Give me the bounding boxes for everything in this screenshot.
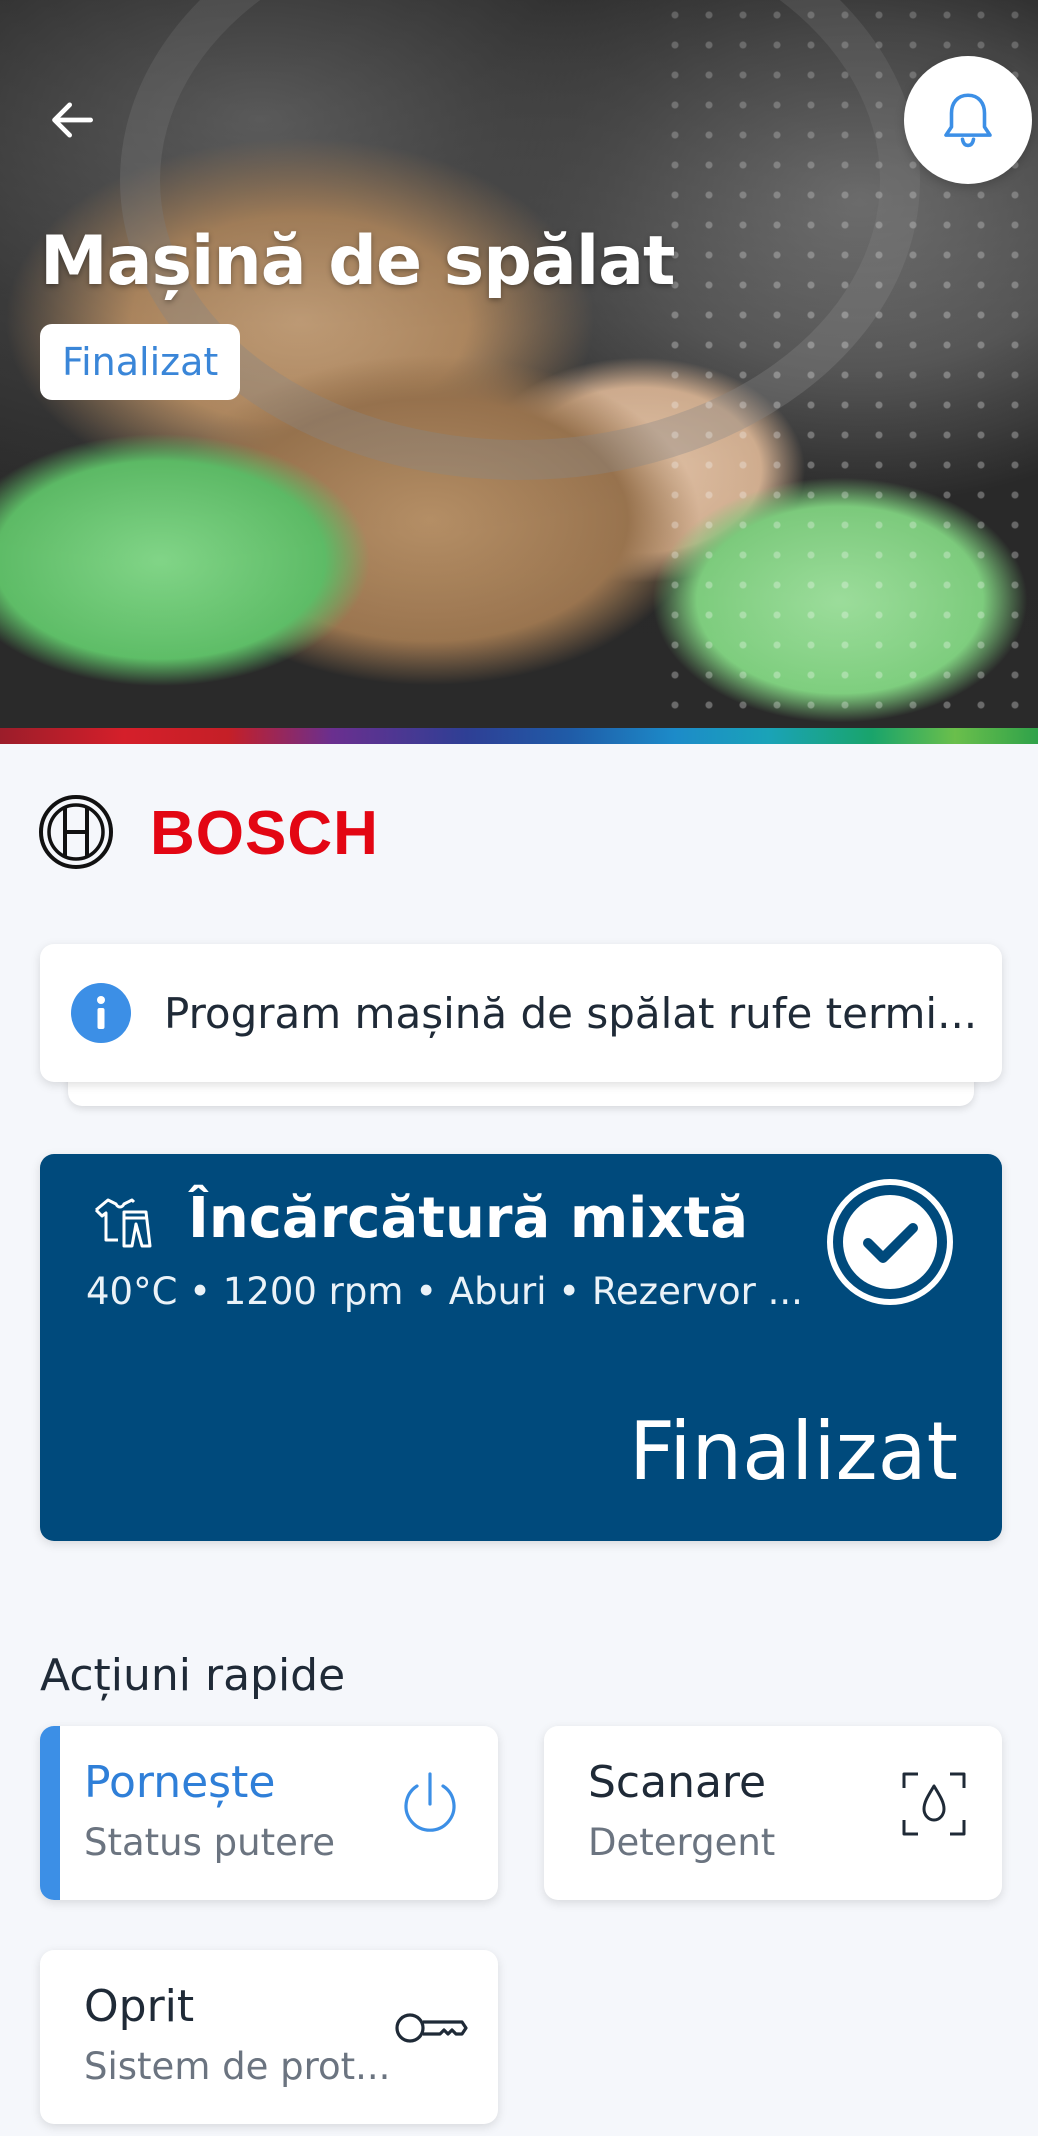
active-accent-bar xyxy=(40,1726,60,1900)
arrow-left-icon xyxy=(52,102,93,138)
back-button[interactable] xyxy=(32,80,112,160)
quick-action-subtitle: Detergent xyxy=(588,1821,776,1864)
bosch-logo-icon xyxy=(39,795,113,869)
brand-name: BOSCH xyxy=(150,799,379,868)
status-badge: Finalizat xyxy=(40,324,241,400)
program-status: Finalizat xyxy=(629,1405,958,1498)
quick-action-title: Oprit xyxy=(84,1981,195,2032)
program-name: Încărcătură mixtă xyxy=(188,1186,749,1251)
quick-action-subtitle: Sistem de prot... xyxy=(84,2045,391,2088)
notification-card[interactable]: Program mașină de spălat rufe termi... xyxy=(40,944,1002,1082)
quick-action-title: Pornește xyxy=(84,1757,276,1808)
quick-action-power[interactable]: Pornește Status putere xyxy=(40,1726,498,1900)
quick-action-scan[interactable]: Scanare Detergent xyxy=(544,1726,1002,1900)
notification-button[interactable] xyxy=(904,56,1032,184)
quick-action-subtitle: Status putere xyxy=(84,1821,336,1864)
key-icon xyxy=(395,2013,468,2043)
program-details: 40°C • 1200 rpm • Aburi • Rezervor ... xyxy=(86,1270,803,1313)
info-icon xyxy=(71,983,131,1043)
quick-action-child-lock[interactable]: Oprit Sistem de prot... xyxy=(40,1950,498,2124)
mixed-load-icon xyxy=(94,1198,152,1248)
quick-action-title: Scanare xyxy=(588,1757,767,1808)
brand-color-strip xyxy=(0,728,1038,744)
check-circle-icon xyxy=(827,1179,953,1305)
power-icon xyxy=(404,1772,456,1832)
quick-actions-title: Acțiuni rapide xyxy=(40,1650,346,1701)
scan-drop-icon xyxy=(902,1772,966,1836)
notification-text: Program mașină de spălat rufe termi... xyxy=(164,988,978,1038)
page-title: Mașină de spălat xyxy=(40,222,676,301)
program-card[interactable]: Încărcătură mixtă 40°C • 1200 rpm • Abur… xyxy=(40,1154,1002,1541)
bell-icon xyxy=(944,93,992,148)
